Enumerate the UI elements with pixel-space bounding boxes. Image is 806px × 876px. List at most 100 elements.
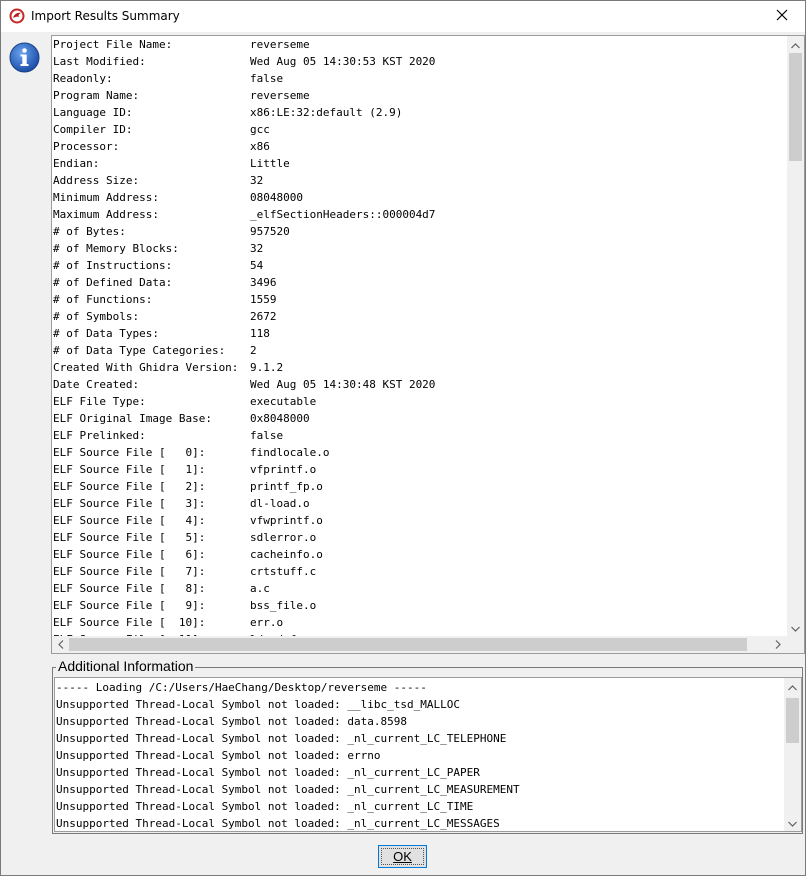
summary-row: # of Data Types: 118	[53, 325, 786, 342]
summary-row-label: Address Size:	[53, 174, 140, 187]
summary-row-value: 32	[250, 174, 264, 187]
chevron-up-icon	[788, 678, 797, 696]
scroll-corner	[787, 636, 804, 653]
scroll-thumb[interactable]	[789, 53, 802, 161]
additional-info-title: Additional Information	[56, 658, 196, 675]
summary-row: ELF Source File [ 9]: bss_file.o	[53, 597, 786, 614]
additional-info-line: Unsupported Thread-Local Symbol not load…	[56, 766, 480, 779]
summary-row: Language ID: x86:LE:32:default (2.9)	[53, 104, 786, 121]
additional-info-vertical-scrollbar[interactable]	[784, 678, 801, 831]
summary-row: ELF Source File [ 10]: err.o	[53, 614, 786, 631]
summary-row-label: Language ID:	[53, 106, 133, 119]
summary-row-value: printf_fp.o	[250, 480, 323, 493]
summary-row: Endian: Little	[53, 155, 786, 172]
summary-row-value: 1559	[250, 293, 277, 306]
scroll-down-arrow[interactable]	[787, 619, 804, 636]
chevron-up-icon	[791, 36, 800, 54]
summary-row-value: findlocale.o	[250, 446, 330, 459]
summary-row-value: Wed Aug 05 14:30:48 KST 2020	[250, 378, 436, 391]
scroll-up-arrow[interactable]	[787, 36, 804, 53]
summary-row: Processor: x86	[53, 138, 786, 155]
additional-info-line: Unsupported Thread-Local Symbol not load…	[56, 800, 474, 813]
summary-row-label: Created With Ghidra Version:	[53, 361, 239, 374]
summary-row: ELF Source File [ 0]: findlocale.o	[53, 444, 786, 461]
summary-row-label: Maximum Address:	[53, 208, 159, 221]
summary-row-value: 9.1.2	[250, 361, 284, 374]
summary-row-value: cacheinfo.o	[250, 548, 323, 561]
additional-info-line: Unsupported Thread-Local Symbol not load…	[56, 732, 507, 745]
summary-row-label: Endian:	[53, 157, 100, 170]
scroll-left-arrow[interactable]	[52, 636, 69, 653]
summary-row-value: false	[250, 429, 284, 442]
summary-text-area[interactable]: Project File Name: reverseme Last Modified…	[51, 35, 805, 654]
summary-row-label: ELF Source File [ 5]:	[53, 531, 206, 544]
summary-row-label: ELF Source File [ 0]:	[53, 446, 206, 459]
summary-row: ELF Source File [ 7]: crtstuff.c	[53, 563, 786, 580]
summary-row-value: sdlerror.o	[250, 531, 317, 544]
summary-row: Date Created: Wed Aug 05 14:30:48 KST 202…	[53, 376, 786, 393]
summary-row: ELF Prelinked: false	[53, 427, 786, 444]
summary-row: # of Symbols: 2672	[53, 308, 786, 325]
summary-row: ELF Source File [ 2]: printf_fp.o	[53, 478, 786, 495]
summary-row-value: bss_file.o	[250, 599, 317, 612]
summary-row-label: # of Memory Blocks:	[53, 242, 179, 255]
additional-info-text-area[interactable]: ----- Loading /C:/Users/HaeChang/Desktop…	[54, 677, 802, 832]
summary-row-value: vfprintf.o	[250, 463, 317, 476]
summary-lines: Project File Name: reverseme Last Modified…	[53, 36, 786, 636]
summary-row: Compiler ID: gcc	[53, 121, 786, 138]
summary-row-value: x86	[250, 140, 270, 153]
summary-row-label: Project File Name:	[53, 38, 173, 51]
summary-horizontal-scrollbar[interactable]	[52, 636, 804, 653]
additional-info-line: Unsupported Thread-Local Symbol not load…	[56, 783, 520, 796]
summary-row-label: ELF Source File [ 4]:	[53, 514, 206, 527]
summary-row: # of Functions: 1559	[53, 291, 786, 308]
summary-row-value: 0x8048000	[250, 412, 310, 425]
summary-row-value: Little	[250, 157, 290, 170]
chevron-down-icon	[788, 814, 797, 832]
summary-row-label: ELF Source File [ 3]:	[53, 497, 206, 510]
additional-info-line: ----- Loading /C:/Users/HaeChang/Desktop…	[56, 681, 427, 694]
scroll-thumb[interactable]	[69, 638, 747, 651]
summary-row-value: 54	[250, 259, 264, 272]
summary-row-label: ELF Source File [ 7]:	[53, 565, 206, 578]
summary-row-label: # of Data Types:	[53, 327, 159, 340]
close-icon	[776, 8, 788, 26]
focus-ring	[381, 848, 424, 865]
summary-row-value: 32	[250, 242, 264, 255]
summary-row: Address Size: 32	[53, 172, 786, 189]
summary-row-label: ELF Source File [ 9]:	[53, 599, 206, 612]
additional-info-line: Unsupported Thread-Local Symbol not load…	[56, 749, 381, 762]
additional-info-line: Unsupported Thread-Local Symbol not load…	[56, 817, 500, 830]
summary-row-value: vfwprintf.o	[250, 514, 323, 527]
summary-row-label: # of Symbols:	[53, 310, 140, 323]
summary-row-label: ELF Original Image Base:	[53, 412, 212, 425]
summary-row-label: # of Instructions:	[53, 259, 173, 272]
summary-row-value: a.c	[250, 582, 270, 595]
summary-row-value: 08048000	[250, 191, 303, 204]
ok-button[interactable]: OK	[378, 845, 427, 868]
summary-vertical-scrollbar[interactable]	[787, 36, 804, 636]
summary-row-label: Minimum Address:	[53, 191, 159, 204]
summary-row-label: Last Modified:	[53, 55, 146, 68]
scroll-right-arrow[interactable]	[769, 636, 786, 653]
summary-row: ELF Source File [ 1]: vfprintf.o	[53, 461, 786, 478]
scroll-thumb[interactable]	[786, 698, 799, 743]
additional-info-lines: ----- Loading /C:/Users/HaeChang/Desktop…	[56, 679, 782, 831]
summary-row-value: 118	[250, 327, 270, 340]
chevron-left-icon	[57, 636, 64, 654]
summary-row: ELF Original Image Base: 0x8048000	[53, 410, 786, 427]
summary-row: Project File Name: reverseme	[53, 36, 786, 53]
close-button[interactable]	[759, 1, 805, 32]
summary-row: # of Memory Blocks: 32	[53, 240, 786, 257]
summary-row-value: dl-load.o	[250, 497, 310, 510]
summary-row-label: # of Defined Data:	[53, 276, 173, 289]
summary-row-value: false	[250, 72, 284, 85]
summary-row: Created With Ghidra Version: 9.1.2	[53, 359, 786, 376]
scroll-down-arrow[interactable]	[784, 814, 801, 831]
summary-row-label: ELF Source File [ 1]:	[53, 463, 206, 476]
chevron-right-icon	[775, 636, 781, 654]
summary-row: Last Modified: Wed Aug 05 14:30:53 KST 20…	[53, 53, 786, 70]
scroll-up-arrow[interactable]	[784, 678, 801, 695]
summary-row-label: Readonly:	[53, 72, 113, 85]
summary-row-label: ELF Prelinked:	[53, 429, 146, 442]
